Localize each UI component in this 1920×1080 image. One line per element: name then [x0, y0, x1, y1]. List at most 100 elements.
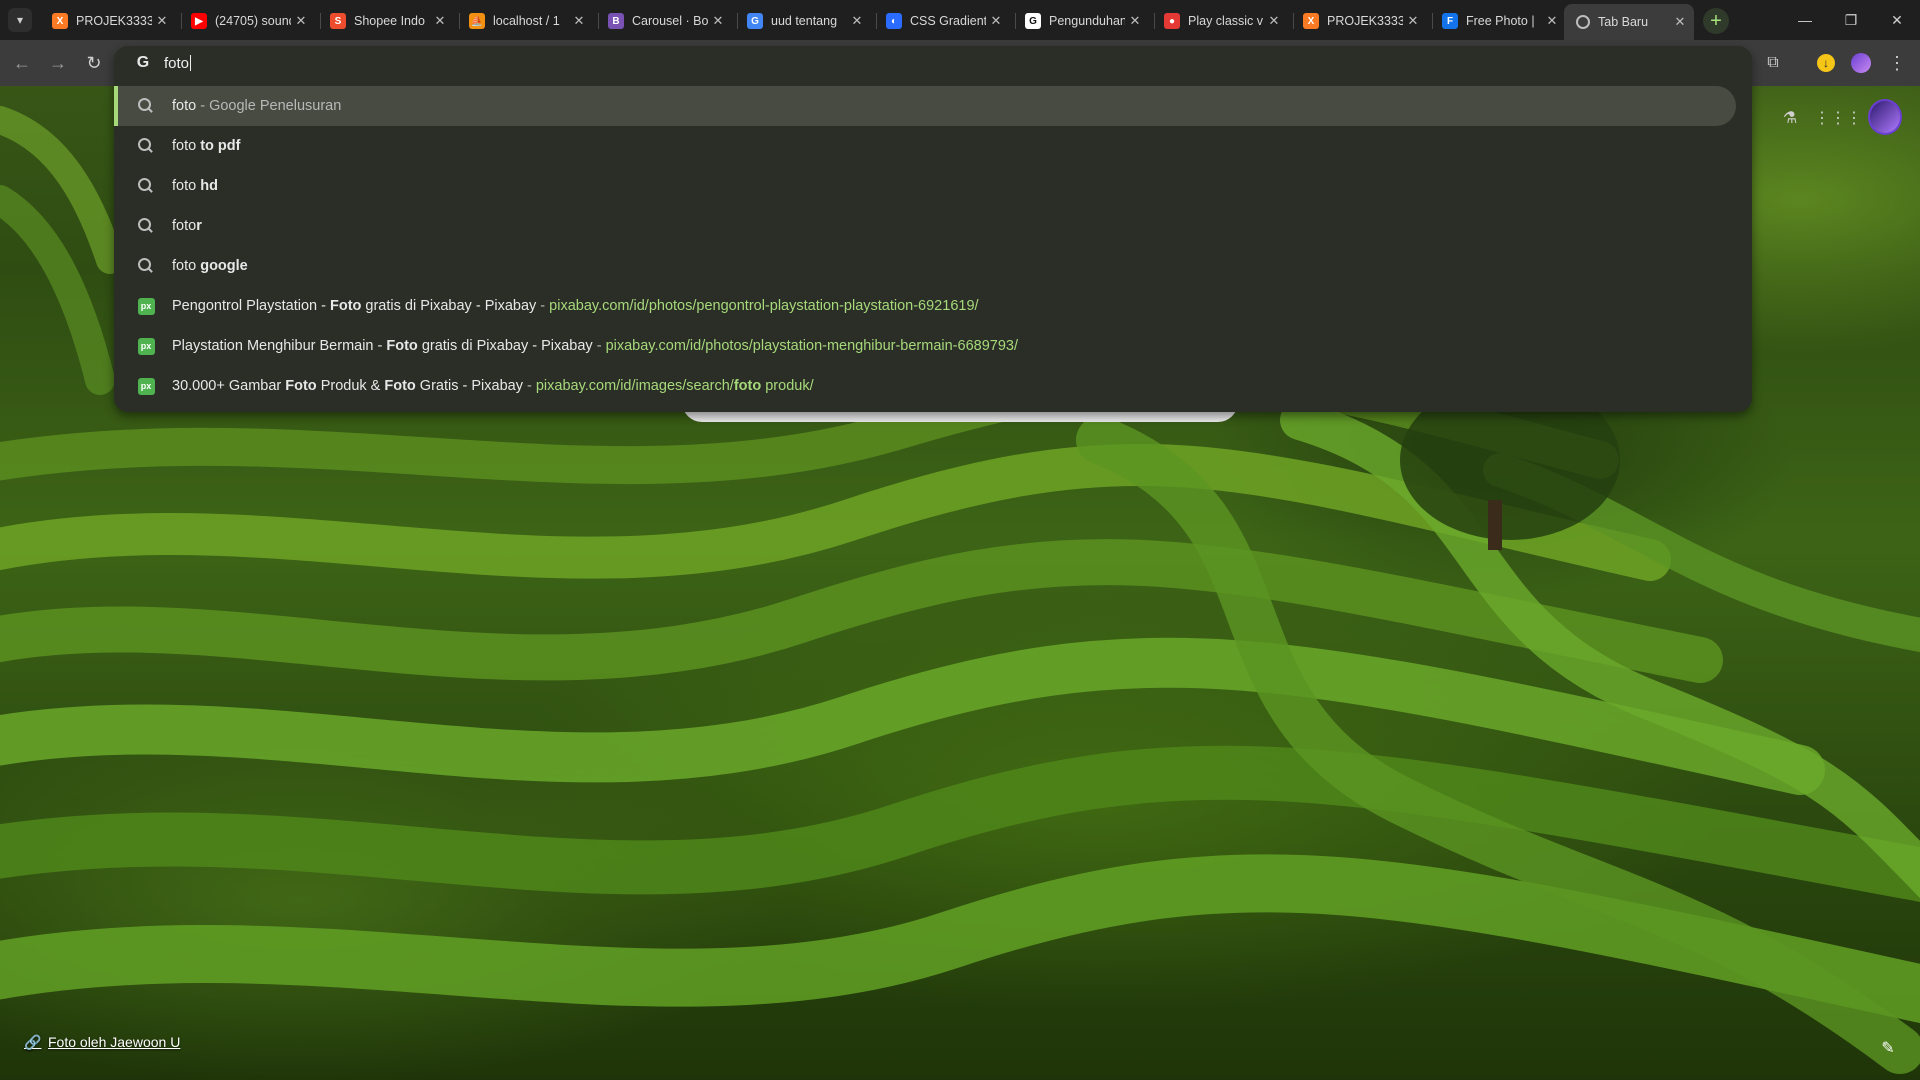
suggestion-text: 30.000+ Gambar Foto Produk & Foto Gratis…: [172, 378, 814, 394]
download-button[interactable]: ↓: [1813, 50, 1839, 76]
avatar: [1851, 53, 1871, 73]
css-gradient-icon: ◐: [886, 13, 902, 29]
tab-title: Play classic v: [1188, 14, 1264, 28]
close-window-button[interactable]: ✕: [1882, 8, 1912, 32]
omnibox-input[interactable]: G foto: [114, 46, 1752, 80]
suggestion-text-part: Foto: [384, 378, 416, 394]
close-icon[interactable]: ✕: [291, 13, 311, 29]
search-suggestion[interactable]: foto hd: [114, 166, 1736, 206]
suggestion-text-part: produk/: [761, 378, 814, 394]
new-tab-button[interactable]: +: [1703, 8, 1729, 34]
tab-title: (24705) sound: [215, 14, 291, 28]
account-button[interactable]: [1868, 99, 1902, 135]
tab[interactable]: S Shopee Indo ✕: [320, 6, 454, 36]
suggestion-text: Playstation Menghibur Bermain - Foto gra…: [172, 338, 1018, 354]
profile-button[interactable]: [1848, 50, 1874, 76]
suggestion-text-part: Foto: [329, 298, 362, 314]
xampp-icon: X: [52, 13, 68, 29]
menu-button[interactable]: ⋮: [1884, 50, 1910, 76]
tab[interactable]: X PROJEK3333 ✕: [1293, 6, 1427, 36]
forward-button[interactable]: →: [44, 49, 72, 77]
pencil-icon: ✎: [1881, 1040, 1895, 1057]
search-suggestion[interactable]: foto to pdf: [114, 126, 1736, 166]
close-icon[interactable]: ✕: [1125, 13, 1145, 29]
close-icon[interactable]: ✕: [1264, 13, 1284, 29]
extensions-button[interactable]: ⧉: [1760, 50, 1786, 76]
arrow-right-icon: →: [49, 52, 67, 73]
close-icon[interactable]: ✕: [847, 13, 867, 29]
close-icon[interactable]: ✕: [708, 13, 728, 29]
tab[interactable]: ⛵ localhost / 1 ✕: [459, 6, 593, 36]
suggestion-text-part: Produk &: [316, 378, 385, 394]
omnibox-query: foto: [164, 54, 190, 72]
suggestion-text-part: r: [196, 218, 202, 234]
close-icon[interactable]: ✕: [1670, 14, 1690, 30]
suggestion-text-part: gratis di Pixabay - Pixabay: [361, 298, 537, 314]
arrow-left-icon: ←: [13, 52, 31, 73]
restore-icon: ❐: [1844, 11, 1858, 28]
suggestion-text-part: pixabay.com/id/photos/playstation-menghi…: [605, 338, 1018, 354]
game-icon: ●: [1164, 13, 1180, 29]
tab[interactable]: G Pengunduhan ✕: [1015, 6, 1149, 36]
tab[interactable]: G uud tentang ✕: [737, 6, 871, 36]
page-suggestion[interactable]: px Pengontrol Playstation - Foto gratis d…: [114, 286, 1736, 326]
more-vert-icon: ⋮: [1888, 52, 1906, 73]
search-suggestion[interactable]: foto google: [114, 246, 1736, 286]
suggestion-text-part: -: [536, 298, 550, 314]
suggestion-text-part: -: [522, 378, 536, 394]
search-icon: [136, 256, 156, 276]
suggestion-text-part: Gratis - Pixabay: [415, 378, 523, 394]
suggestion-text-part: pixabay.com/id/photos/pengontrol-playsta…: [549, 298, 979, 314]
puzzle-icon: ⧉: [1767, 54, 1779, 71]
close-icon[interactable]: ✕: [1542, 13, 1562, 29]
reload-button[interactable]: ↻: [80, 49, 108, 77]
suggestion-text-part: Playstation Menghibur Bermain -: [172, 338, 387, 354]
close-icon[interactable]: ✕: [986, 13, 1006, 29]
close-icon[interactable]: ✕: [430, 13, 450, 29]
tab-title: uud tentang: [771, 14, 838, 28]
suggestion-text-part: google: [200, 258, 248, 274]
phpmyadmin-icon: ⛵: [469, 13, 485, 29]
suggestion-text-part: foto: [733, 378, 762, 394]
labs-button[interactable]: ⚗: [1778, 106, 1802, 130]
close-icon[interactable]: ✕: [1403, 13, 1423, 29]
tab-active[interactable]: Tab Baru ✕: [1564, 4, 1694, 40]
suggestion-text-part: foto: [172, 258, 201, 274]
reload-icon: ↻: [86, 52, 102, 73]
page-suggestion[interactable]: px 30.000+ Gambar Foto Produk & Foto Grat…: [114, 366, 1736, 406]
restore-button[interactable]: ❐: [1836, 8, 1866, 32]
photo-credit-link[interactable]: 🔗 Foto oleh Jaewoon U: [24, 1034, 180, 1050]
bootstrap-icon: B: [608, 13, 624, 29]
apps-grid-icon: ⋮⋮⋮: [1814, 110, 1862, 127]
minimize-button[interactable]: —: [1790, 8, 1820, 32]
close-icon: ✕: [1891, 11, 1903, 28]
tab[interactable]: B Carousel · Bo ✕: [598, 6, 732, 36]
close-icon[interactable]: ✕: [152, 13, 172, 29]
search-icon-glyph: [138, 138, 151, 151]
page-suggestion[interactable]: px Playstation Menghibur Bermain - Foto g…: [114, 326, 1736, 366]
back-button[interactable]: ←: [8, 49, 36, 77]
close-icon[interactable]: ✕: [569, 13, 589, 29]
tab[interactable]: ▶ (24705) sound ✕: [181, 6, 315, 36]
search-suggestion[interactable]: fotor: [114, 206, 1736, 246]
suggestion-text-part: foto: [172, 98, 197, 114]
pixabay-logo: px: [137, 377, 155, 395]
tab[interactable]: X PROJEK3333 ✕: [42, 6, 176, 36]
apps-button[interactable]: ⋮⋮⋮: [1814, 106, 1862, 130]
suggestion-text-part: 30.000+ Gambar: [172, 378, 286, 394]
suggestion-text: fotor: [172, 218, 202, 234]
tab-search-button[interactable]: ▾: [8, 8, 32, 32]
suggestion-text-part: pixabay.com/id/images/search/: [535, 378, 734, 394]
pixabay-icon: px: [136, 296, 156, 316]
xampp-icon: X: [1303, 13, 1319, 29]
tab-title: PROJEK3333: [1327, 14, 1403, 28]
tab[interactable]: F Free Photo | ✕: [1432, 6, 1566, 36]
tab[interactable]: ◐ CSS Gradient ✕: [876, 6, 1010, 36]
customize-button[interactable]: ✎: [1876, 1036, 1900, 1060]
pixabay-logo: px: [137, 297, 155, 315]
tab-title: localhost / 1: [493, 14, 560, 28]
tab[interactable]: ● Play classic v ✕: [1154, 6, 1288, 36]
suggestion-text: foto hd: [172, 178, 218, 194]
search-suggestion[interactable]: foto - Google Penelusuran: [114, 86, 1736, 126]
pixabay-icon: px: [136, 336, 156, 356]
